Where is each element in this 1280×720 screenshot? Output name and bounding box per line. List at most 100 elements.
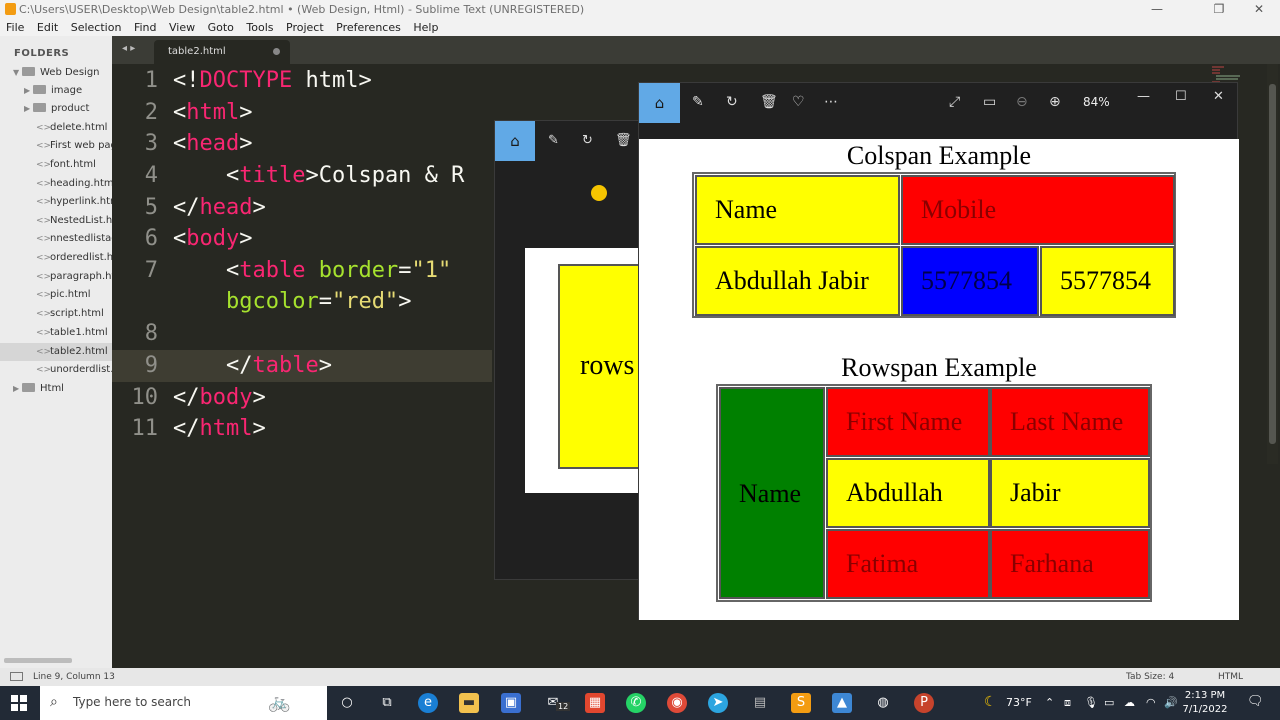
folder-icon [22, 383, 35, 392]
code-line-11: </html> [173, 416, 266, 441]
sidebar-item-file[interactable]: <>hyperlink.htm [0, 193, 112, 211]
sidebar-item-file[interactable]: <>heading.html [0, 175, 112, 193]
volume-icon[interactable]: 🔊 [1164, 696, 1178, 709]
panel-toggle-icon[interactable] [10, 672, 23, 681]
tab-table2[interactable]: table2.html [154, 40, 290, 64]
powerpoint-icon[interactable]: P [914, 693, 934, 713]
unsaved-dot-icon[interactable] [273, 48, 280, 55]
wifi-icon[interactable]: ◠ [1146, 696, 1156, 709]
edit-image-icon[interactable]: ✎ [548, 133, 559, 148]
minimize-button[interactable]: — [1134, 2, 1180, 18]
scroll-thumb[interactable] [1269, 84, 1276, 444]
menu-view[interactable]: View [169, 19, 195, 36]
delete-icon[interactable]: 🗑 [760, 94, 778, 110]
sidebar-item-file[interactable]: <>orderedlist.ht [0, 249, 112, 267]
sidebar-root-folder[interactable]: ▼ Web Design [0, 64, 112, 82]
sidebar-item-table2-selected[interactable]: <>table2.html [0, 343, 112, 361]
taskbar-clock[interactable]: 2:13 PM 7/1/2022 [1180, 689, 1230, 717]
menu-find[interactable]: Find [134, 19, 157, 36]
actual-size-icon[interactable]: ▭ [983, 94, 996, 110]
sublime-taskbar-icon[interactable]: S [791, 693, 811, 713]
sidebar-item-image[interactable]: ▶ image [0, 82, 112, 100]
taskbar-search-box[interactable]: ⌕ Type here to search 🚲 [40, 686, 327, 720]
viewer-close-button[interactable]: ✕ [1213, 89, 1224, 104]
sidebar-item-file[interactable]: <>paragraph.htr [0, 268, 112, 286]
menu-tools[interactable]: Tools [246, 19, 273, 36]
mouse-cursor-highlight [591, 185, 607, 201]
zoom-in-icon[interactable]: ⊕ [1049, 94, 1061, 110]
battery-icon[interactable]: ▭ [1104, 696, 1114, 709]
tab-size[interactable]: Tab Size: 4 [1126, 668, 1174, 686]
menu-file[interactable]: File [6, 19, 24, 36]
rotate-icon[interactable]: ↻ [726, 94, 738, 110]
photo-viewer-back[interactable]: ⌂ ✎ ↻ 🗑 rows [494, 120, 640, 580]
cloud-icon[interactable]: ☁ [1124, 696, 1135, 709]
expanded-triangle-icon: ▼ [13, 68, 20, 77]
cell-first-name-header: First Name [826, 387, 990, 457]
weather-temperature[interactable]: 73°F [1006, 696, 1032, 709]
syntax-mode[interactable]: HTML [1218, 668, 1243, 686]
viewer-minimize-button[interactable]: — [1137, 89, 1150, 104]
editor-vertical-scrollbar[interactable] [1267, 64, 1278, 464]
windows-start-icon[interactable] [11, 695, 27, 711]
cell-person-name: Abdullah Jabir [695, 246, 900, 316]
sidebar-root-folder-html[interactable]: ▶ Html [0, 380, 112, 398]
back-image-canvas: rows [525, 248, 639, 493]
viewer-maximize-button[interactable]: ☐ [1175, 89, 1187, 104]
notification-icon[interactable]: 🗨 [1247, 694, 1264, 709]
photos-taskbar-icon[interactable]: ▲ [832, 693, 852, 713]
menu-project[interactable]: Project [286, 19, 324, 36]
rotate-icon[interactable]: ↻ [582, 133, 593, 148]
task-view-icon[interactable]: ⧉ [377, 693, 397, 713]
menu-help[interactable]: Help [413, 19, 438, 36]
sidebar-item-file[interactable]: <>NestedList.htr [0, 212, 112, 230]
photo-viewer[interactable]: ⌂ ✎ ↻ 🗑 ♡ ⋯ ⤢ ▭ ⊖ ⊕ 84% — ☐ ✕ Colspan Ex… [638, 82, 1239, 620]
more-options-icon[interactable]: ⋯ [824, 94, 838, 110]
cell-first-name-2: Fatima [826, 529, 990, 599]
menu-goto[interactable]: Goto [208, 19, 234, 36]
home-icon[interactable]: ⌂ [639, 83, 680, 123]
network-app-icon[interactable]: ◍ [873, 693, 893, 713]
cortana-icon[interactable]: ○ [337, 693, 357, 713]
status-bar: Line 9, Column 13 Tab Size: 4 HTML [0, 668, 1280, 686]
sidebar-item-file[interactable]: <>font.html [0, 156, 112, 174]
home-icon[interactable]: ⌂ [495, 121, 535, 161]
chrome-icon[interactable]: ◉ [667, 693, 687, 713]
menu-edit[interactable]: Edit [37, 19, 58, 36]
telegram-icon[interactable]: ➤ [708, 693, 728, 713]
file-code-icon: <> [36, 123, 52, 133]
microphone-icon[interactable]: 🎙 [1084, 696, 1098, 709]
sidebar-item-file[interactable]: <>pic.html [0, 286, 112, 304]
whatsapp-icon[interactable]: ✆ [626, 693, 646, 713]
folder-icon [33, 103, 46, 112]
notepad-icon[interactable]: ▤ [750, 693, 770, 713]
menu-selection[interactable]: Selection [71, 19, 122, 36]
store-icon[interactable]: ▣ [501, 693, 521, 713]
sidebar-horizontal-scrollbar[interactable] [4, 658, 72, 663]
weather-moon-icon[interactable]: ☾ [984, 694, 997, 710]
sidebar-item-file[interactable]: <>delete.html [0, 119, 112, 137]
zoom-out-icon[interactable]: ⊖ [1016, 94, 1028, 110]
favorite-heart-icon[interactable]: ♡ [792, 94, 805, 110]
edit-image-icon[interactable]: ✎ [692, 94, 704, 110]
office-icon[interactable]: ▦ [585, 693, 605, 713]
edge-browser-icon[interactable]: e [418, 693, 438, 713]
menu-preferences[interactable]: Preferences [336, 19, 401, 36]
sidebar-item-file[interactable]: <>script.html [0, 305, 112, 323]
line-number: 1 [144, 68, 158, 93]
tray-device-icon[interactable]: ⧈ [1064, 696, 1071, 710]
cell-phone-2: 5577854 [1040, 246, 1175, 316]
file-explorer-icon[interactable]: ▬ [459, 693, 479, 713]
delete-icon[interactable]: 🗑 [615, 133, 632, 148]
fullscreen-icon[interactable]: ⤢ [949, 94, 960, 110]
sidebar-item-product[interactable]: ▶ product [0, 100, 112, 118]
line-number: 10 [131, 385, 159, 410]
tray-chevron-icon[interactable]: ⌃ [1045, 696, 1054, 709]
sidebar-item-file[interactable]: <>nnestedlistad [0, 230, 112, 248]
close-button[interactable]: ✕ [1236, 2, 1280, 18]
sidebar-item-file[interactable]: <>unorderdlist.h [0, 361, 112, 379]
line-number: 4 [144, 163, 158, 188]
tab-nav-arrows[interactable]: ◂ ▸ [122, 43, 135, 54]
sidebar-item-file[interactable]: <>table1.html [0, 324, 112, 342]
sidebar-item-file[interactable]: <>First web pag [0, 137, 112, 155]
